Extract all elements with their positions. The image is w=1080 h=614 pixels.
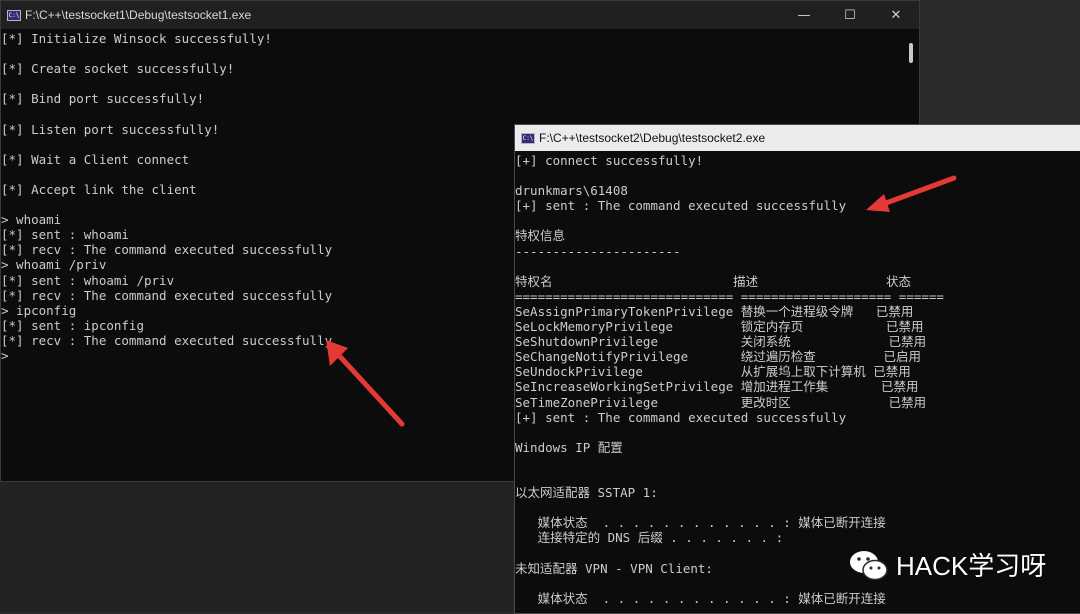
title-bar[interactable]: C:\ F:\C++\testsocket2\Debug\testsocket2…	[515, 125, 1080, 151]
console-line: SeTimeZonePrivilege 更改时区 已禁用	[515, 394, 927, 410]
minimize-button[interactable]: —	[781, 1, 827, 29]
console-line: [*] sent : ipconfig	[1, 317, 144, 333]
console-line: SeShutdownPrivilege 关闭系统 已禁用	[515, 334, 927, 350]
console-line: [+] sent : The command executed successf…	[515, 198, 847, 214]
console-output[interactable]: [*] Initialize Winsock successfully! [*]…	[1, 31, 332, 363]
scrollbar-thumb[interactable]	[909, 43, 913, 63]
console-window-testsocket2[interactable]: C:\ F:\C++\testsocket2\Debug\testsocket2…	[514, 124, 1080, 614]
console-line: [*] recv : The command executed successf…	[1, 332, 333, 348]
console-line: 特权名 描述 状态	[515, 273, 912, 289]
console-line: > whoami /priv	[1, 257, 107, 273]
console-line: [*] sent : whoami /priv	[1, 272, 175, 288]
window-title: F:\C++\testsocket1\Debug\testsocket1.exe	[25, 8, 252, 22]
maximize-button[interactable]: ☐	[827, 1, 873, 29]
console-line: [*] Accept link the client	[1, 181, 197, 197]
console-line: [*] sent : whoami	[1, 227, 129, 243]
console-line: 以太网适配器 SSTAP 1:	[515, 485, 658, 501]
console-line: SeAssignPrimaryTokenPrivilege 替换一个进程级令牌 …	[515, 303, 914, 319]
console-line: 连接特定的 DNS 后缀 . . . . . . . :	[515, 530, 784, 546]
console-line: [*] Initialize Winsock successfully!	[1, 31, 272, 46]
console-line: [*] recv : The command executed successf…	[1, 287, 333, 303]
desktop-background	[0, 480, 515, 612]
console-line: [+] sent : The command executed successf…	[515, 409, 847, 425]
console-line: > ipconfig	[1, 302, 77, 318]
console-line: >	[1, 347, 9, 363]
console-line: 媒体状态 . . . . . . . . . . . . : 媒体已断开连接	[515, 590, 886, 606]
console-line: [*] Wait a Client connect	[1, 151, 190, 167]
console-line: [+] connect successfully!	[515, 153, 704, 168]
console-line: > whoami	[1, 212, 62, 228]
console-line: [*] recv : The command executed successf…	[1, 242, 333, 258]
console-line: SeIncreaseWorkingSetPrivilege 增加进程工作集 已禁…	[515, 379, 919, 395]
wechat-icon	[850, 550, 888, 580]
console-app-icon: C:\	[7, 9, 21, 21]
console-line: ----------------------	[515, 243, 681, 259]
console-line: [*] Listen port successfully!	[1, 121, 220, 137]
console-line: SeUndockPrivilege 从扩展坞上取下计算机 已禁用	[515, 364, 911, 380]
console-line: 特权信息	[515, 228, 566, 244]
console-line: drunkmars\61408	[515, 183, 628, 199]
console-line: SeChangeNotifyPrivilege 绕过遍历检查 已启用	[515, 349, 922, 365]
console-line: [*] Bind port successfully!	[1, 91, 205, 107]
console-output[interactable]: [+] connect successfully! drunkmars\6140…	[515, 153, 944, 606]
console-app-icon: C:\	[521, 132, 535, 144]
title-bar[interactable]: C:\ F:\C++\testsocket1\Debug\testsocket1…	[1, 1, 919, 29]
console-line: SeLockMemoryPrivilege 锁定内存页 已禁用	[515, 319, 924, 335]
window-title: F:\C++\testsocket2\Debug\testsocket2.exe	[539, 131, 766, 145]
console-line: ============================= ==========…	[515, 288, 944, 304]
window-controls: — ☐ ✕	[781, 1, 919, 29]
desktop-background-top	[920, 0, 1080, 125]
close-button[interactable]: ✕	[873, 1, 919, 29]
watermark: HACK学习呀	[848, 546, 1046, 583]
console-line: Windows IP 配置	[515, 439, 623, 455]
console-line: 媒体状态 . . . . . . . . . . . . : 媒体已断开连接	[515, 515, 886, 531]
console-line: [*] Create socket successfully!	[1, 61, 235, 77]
watermark-text: HACK学习呀	[896, 551, 1047, 581]
